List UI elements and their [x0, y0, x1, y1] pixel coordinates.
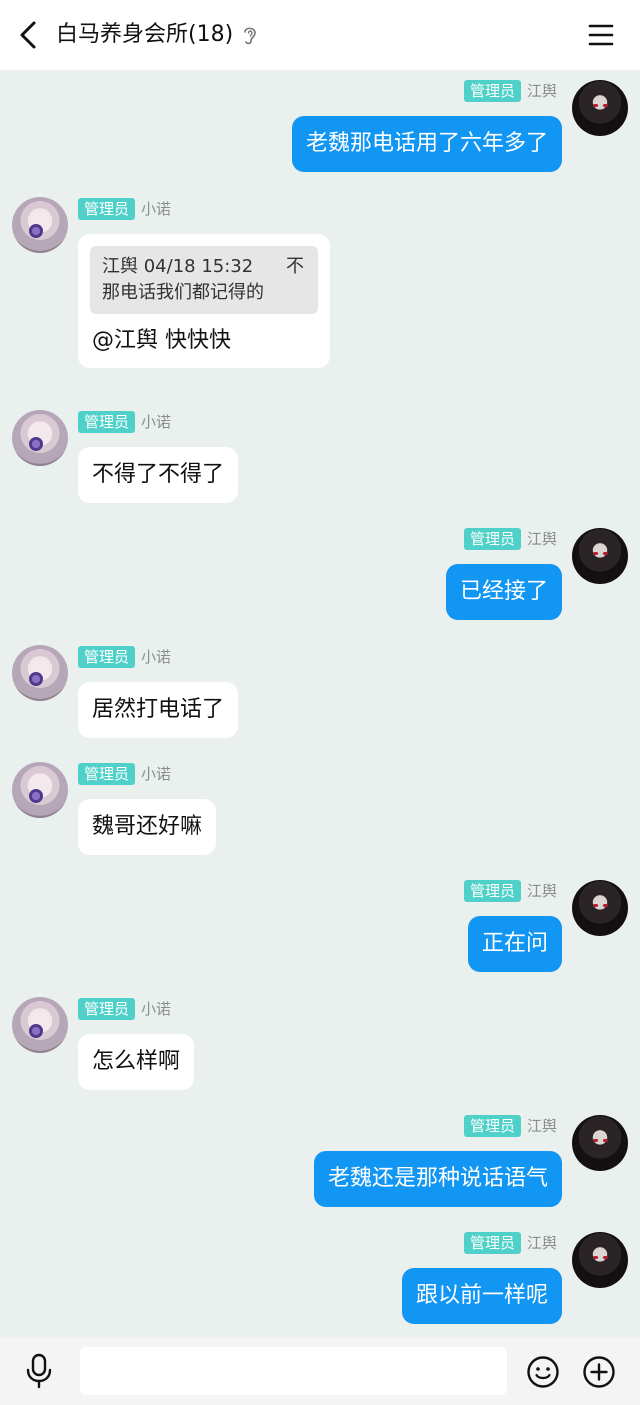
message-bubble[interactable]: 江舆 04/18 15:32 不 那电话我们都记得的 @江舆 快快快: [78, 234, 330, 368]
admin-badge: 管理员: [78, 998, 136, 1020]
message-bubble[interactable]: 已经接了: [445, 564, 562, 620]
sender-avatar[interactable]: [12, 197, 68, 253]
sender-avatar[interactable]: [12, 645, 68, 701]
admin-badge: 管理员: [463, 880, 521, 902]
quote-header: 江舆 04/18 15:32: [102, 256, 254, 277]
message-meta: 管理员 江舆: [463, 1115, 557, 1137]
sender-avatar[interactable]: [572, 528, 628, 584]
quote-close-text: 不: [286, 256, 304, 277]
sender-name: 江舆: [526, 882, 557, 900]
sender-avatar[interactable]: [572, 1115, 628, 1171]
sender-name: 小诺: [141, 648, 172, 666]
sender-avatar[interactable]: [572, 1232, 628, 1288]
message-meta: 管理员 小诺: [78, 998, 171, 1020]
sender-name: 小诺: [141, 413, 172, 431]
quoted-message[interactable]: 江舆 04/18 15:32 不 那电话我们都记得的: [90, 246, 318, 314]
ear-icon[interactable]: [241, 24, 259, 46]
sender-avatar[interactable]: [12, 410, 68, 466]
message-bubble[interactable]: 老魏那电话用了六年多了: [291, 116, 562, 172]
message-meta: 管理员 小诺: [78, 198, 171, 220]
admin-badge: 管理员: [78, 646, 136, 668]
sender-avatar[interactable]: [12, 997, 68, 1053]
message-bubble[interactable]: 跟以前一样呢: [401, 1268, 562, 1324]
sender-avatar[interactable]: [572, 80, 628, 136]
sender-name: 小诺: [141, 765, 172, 783]
sender-avatar[interactable]: [572, 880, 628, 936]
sender-name: 小诺: [141, 200, 172, 218]
message-meta: 管理员 小诺: [78, 763, 171, 785]
sender-name: 江舆: [526, 82, 557, 100]
chevron-left-icon[interactable]: [14, 19, 44, 51]
message-meta: 管理员 江舆: [463, 528, 557, 550]
sender-name: 江舆: [526, 1117, 557, 1135]
message-bubble[interactable]: 老魏还是那种说话语气: [313, 1151, 562, 1207]
hamburger-menu-icon[interactable]: [586, 20, 616, 50]
message-text: @江舆 快快快: [92, 328, 231, 353]
admin-badge: 管理员: [463, 80, 521, 102]
message-bubble[interactable]: 魏哥还好嘛: [78, 799, 217, 855]
sender-avatar[interactable]: [12, 762, 68, 818]
message-bubble[interactable]: 怎么样啊: [78, 1034, 195, 1090]
message-bubble[interactable]: 正在问: [467, 916, 562, 972]
message-bubble[interactable]: 不得了不得了: [78, 447, 239, 503]
group-name: 白马养身会所(18): [56, 22, 234, 47]
sender-name: 小诺: [141, 1000, 172, 1018]
admin-badge: 管理员: [463, 1232, 521, 1254]
chat-input-bar: [0, 1338, 640, 1405]
admin-badge: 管理员: [78, 198, 136, 220]
admin-badge: 管理员: [463, 1115, 521, 1137]
chat-title[interactable]: 白马养身会所(18): [56, 20, 259, 50]
admin-badge: 管理员: [78, 411, 136, 433]
message-input[interactable]: [80, 1347, 507, 1395]
sender-name: 江舆: [526, 1234, 557, 1252]
message-bubble[interactable]: 居然打电话了: [78, 682, 239, 738]
emoji-icon[interactable]: [526, 1355, 560, 1389]
message-meta: 管理员 小诺: [78, 411, 171, 433]
plus-circle-icon[interactable]: [582, 1355, 616, 1389]
admin-badge: 管理员: [78, 763, 136, 785]
microphone-icon[interactable]: [22, 1352, 56, 1390]
quote-text: 那电话我们都记得的: [102, 282, 264, 303]
admin-badge: 管理员: [463, 528, 521, 550]
message-meta: 管理员 小诺: [78, 646, 171, 668]
message-meta: 管理员 江舆: [463, 1232, 557, 1254]
sender-name: 江舆: [526, 530, 557, 548]
chat-header: 白马养身会所(18): [0, 0, 640, 70]
message-meta: 管理员 江舆: [463, 880, 557, 902]
message-meta: 管理员 江舆: [463, 80, 557, 102]
